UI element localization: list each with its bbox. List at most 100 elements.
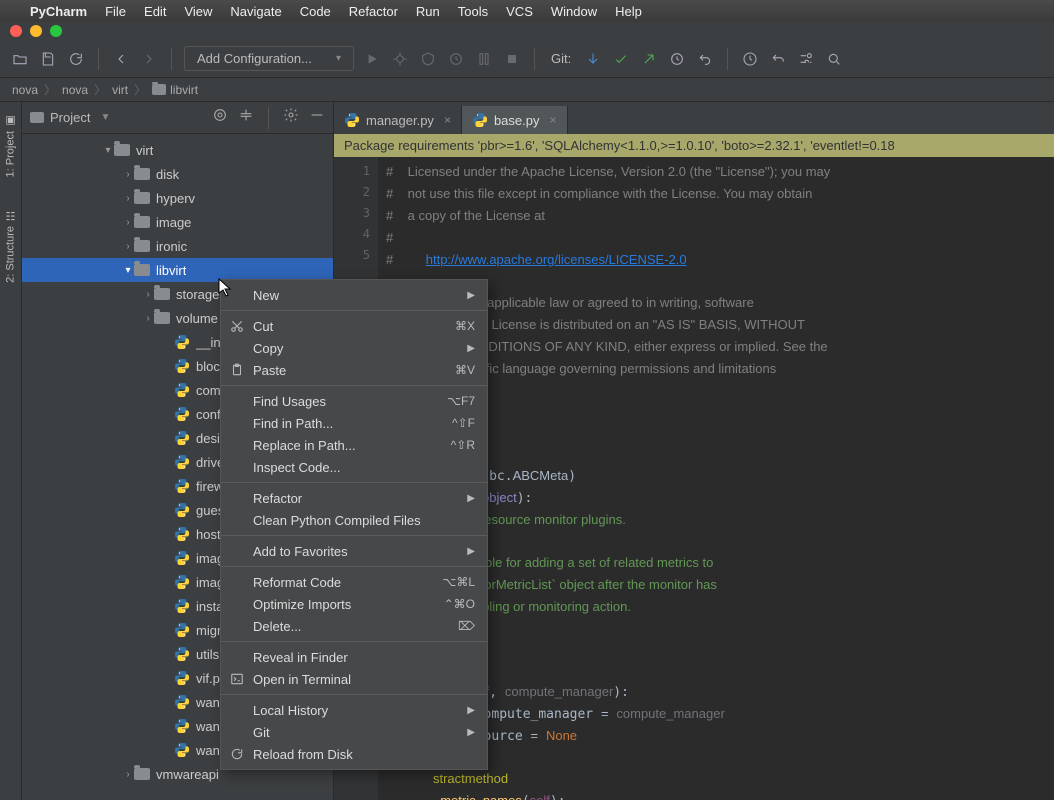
context-menu-item[interactable]: Paste⌘V bbox=[221, 359, 487, 381]
close-icon[interactable]: × bbox=[550, 113, 557, 127]
menu-file[interactable]: File bbox=[105, 4, 126, 19]
vcs-rollback-icon[interactable] bbox=[695, 49, 715, 69]
context-menu-label: Delete... bbox=[253, 619, 450, 634]
package-requirements-banner[interactable]: Package requirements 'pbr>=1.6', 'SQLAlc… bbox=[334, 134, 1054, 157]
forward-icon[interactable] bbox=[139, 49, 159, 69]
save-icon[interactable] bbox=[38, 49, 58, 69]
context-menu-item[interactable]: Refactor▶ bbox=[221, 487, 487, 509]
tool-tab-project[interactable]: 1: Project ▣ bbox=[2, 108, 19, 183]
back-icon[interactable] bbox=[111, 49, 131, 69]
menu-refactor[interactable]: Refactor bbox=[349, 4, 398, 19]
minimize-window-button[interactable] bbox=[30, 25, 42, 37]
shortcut-label: ^⇧F bbox=[452, 416, 475, 430]
context-menu-item[interactable]: Find Usages⌥F7 bbox=[221, 390, 487, 412]
menu-vcs[interactable]: VCS bbox=[506, 4, 533, 19]
context-menu-item[interactable]: New▶ bbox=[221, 284, 487, 306]
folder-icon bbox=[152, 84, 166, 95]
context-menu-label: Reveal in Finder bbox=[253, 650, 475, 665]
blank-icon bbox=[229, 287, 245, 303]
chevron-icon[interactable]: › bbox=[122, 769, 134, 780]
context-menu-item[interactable]: Clean Python Compiled Files bbox=[221, 509, 487, 531]
blank-icon bbox=[229, 437, 245, 453]
refresh-icon[interactable] bbox=[66, 49, 86, 69]
recent-icon[interactable] bbox=[740, 49, 760, 69]
context-menu-item[interactable]: Replace in Path...^⇧R bbox=[221, 434, 487, 456]
tree-folder[interactable]: ›disk bbox=[22, 162, 333, 186]
context-menu-item[interactable]: Add to Favorites▶ bbox=[221, 540, 487, 562]
editor-tab[interactable]: base.py× bbox=[462, 106, 568, 134]
chevron-icon[interactable]: › bbox=[142, 289, 154, 300]
close-icon[interactable]: × bbox=[444, 113, 451, 127]
context-menu-label: Refactor bbox=[253, 491, 459, 506]
open-icon[interactable] bbox=[10, 49, 30, 69]
blank-icon bbox=[229, 618, 245, 634]
menu-navigate[interactable]: Navigate bbox=[230, 4, 281, 19]
collapse-icon[interactable] bbox=[238, 107, 254, 123]
context-menu-item[interactable]: Local History▶ bbox=[221, 699, 487, 721]
zoom-window-button[interactable] bbox=[50, 25, 62, 37]
chevron-icon[interactable]: › bbox=[122, 193, 134, 204]
context-menu-item[interactable]: Reveal in Finder bbox=[221, 646, 487, 668]
run-icon[interactable] bbox=[362, 49, 382, 69]
chevron-icon[interactable]: › bbox=[122, 217, 134, 228]
tool-tab-structure[interactable]: 2: Structure ☷ bbox=[2, 203, 19, 289]
context-menu-item[interactable]: Copy▶ bbox=[221, 337, 487, 359]
menu-view[interactable]: View bbox=[184, 4, 212, 19]
debug-icon[interactable] bbox=[390, 49, 410, 69]
folder-icon bbox=[134, 192, 150, 204]
vcs-push-icon[interactable] bbox=[639, 49, 659, 69]
app-name[interactable]: PyCharm bbox=[30, 4, 87, 19]
context-menu-item[interactable]: Inspect Code... bbox=[221, 456, 487, 478]
run-configuration-select[interactable]: Add Configuration... bbox=[184, 46, 354, 71]
context-menu-item[interactable]: Git▶ bbox=[221, 721, 487, 743]
chevron-icon[interactable]: › bbox=[142, 313, 154, 324]
tree-folder[interactable]: ›hyperv bbox=[22, 186, 333, 210]
hide-icon[interactable] bbox=[309, 107, 325, 123]
tree-folder[interactable]: ▾virt bbox=[22, 138, 333, 162]
context-menu-item[interactable]: Reformat Code⌥⌘L bbox=[221, 571, 487, 593]
editor-tab[interactable]: manager.py × bbox=[334, 106, 462, 134]
profile-icon[interactable] bbox=[446, 49, 466, 69]
tree-folder[interactable]: ›image bbox=[22, 210, 333, 234]
close-window-button[interactable] bbox=[10, 25, 22, 37]
chevron-icon[interactable]: ▾ bbox=[122, 265, 134, 276]
context-menu-item[interactable]: Open in Terminal bbox=[221, 668, 487, 690]
menu-tools[interactable]: Tools bbox=[458, 4, 488, 19]
crumb[interactable]: nova bbox=[62, 83, 88, 97]
tree-folder[interactable]: ›ironic bbox=[22, 234, 333, 258]
menu-code[interactable]: Code bbox=[300, 4, 331, 19]
vcs-history-icon[interactable] bbox=[667, 49, 687, 69]
context-menu-item[interactable]: Find in Path...^⇧F bbox=[221, 412, 487, 434]
vcs-update-icon[interactable] bbox=[583, 49, 603, 69]
context-menu-item[interactable]: Reload from Disk bbox=[221, 743, 487, 765]
concurrency-icon[interactable] bbox=[474, 49, 494, 69]
stop-icon[interactable] bbox=[502, 49, 522, 69]
chevron-icon[interactable]: › bbox=[122, 241, 134, 252]
crumb[interactable]: virt bbox=[112, 83, 128, 97]
blank-icon bbox=[229, 702, 245, 718]
crumb[interactable]: nova bbox=[12, 83, 38, 97]
settings-icon[interactable] bbox=[796, 49, 816, 69]
context-menu-item[interactable]: Cut⌘X bbox=[221, 315, 487, 337]
context-menu-item[interactable]: Optimize Imports⌃⌘O bbox=[221, 593, 487, 615]
context-menu[interactable]: New▶ Cut⌘XCopy▶Paste⌘V Find Usages⌥F7Find … bbox=[220, 279, 488, 770]
vcs-commit-icon[interactable] bbox=[611, 49, 631, 69]
chevron-icon[interactable]: › bbox=[122, 169, 134, 180]
gear-icon[interactable] bbox=[283, 107, 299, 123]
menu-window[interactable]: Window bbox=[551, 4, 597, 19]
search-icon[interactable] bbox=[824, 49, 844, 69]
mac-menubar[interactable]: PyCharm File Edit View Navigate Code Ref… bbox=[0, 0, 1054, 22]
locate-icon[interactable] bbox=[212, 107, 228, 123]
coverage-icon[interactable] bbox=[418, 49, 438, 69]
context-menu-item[interactable]: Delete...⌦ bbox=[221, 615, 487, 637]
undo-icon[interactable] bbox=[768, 49, 788, 69]
context-menu-label: Inspect Code... bbox=[253, 460, 475, 475]
panel-title[interactable]: Project ▼ bbox=[30, 110, 204, 125]
tab-label: manager.py bbox=[366, 113, 434, 128]
menu-help[interactable]: Help bbox=[615, 4, 642, 19]
chevron-icon[interactable]: ▾ bbox=[102, 145, 114, 156]
crumb[interactable]: libvirt bbox=[152, 83, 198, 97]
menu-edit[interactable]: Edit bbox=[144, 4, 166, 19]
menu-run[interactable]: Run bbox=[416, 4, 440, 19]
blank-icon bbox=[229, 415, 245, 431]
